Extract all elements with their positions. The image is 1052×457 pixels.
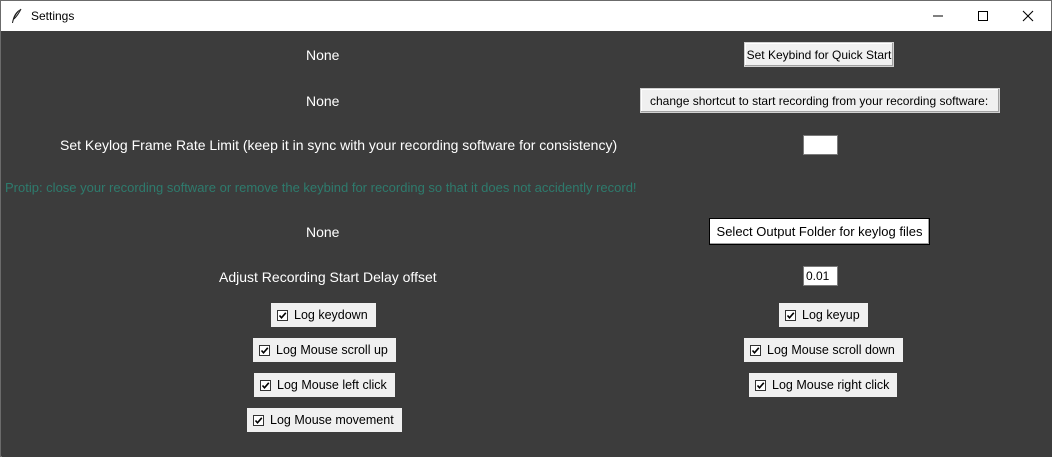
log-keydown-checkbox[interactable]: Log keydown [271,303,376,327]
checkmark-icon [785,309,796,321]
log-right-click-label: Log Mouse right click [772,378,890,392]
log-left-click-checkbox[interactable]: Log Mouse left click [254,373,395,397]
log-mouse-movement-checkbox[interactable]: Log Mouse movement [247,408,402,432]
feather-icon [10,8,24,24]
log-keyup-checkbox[interactable]: Log keyup [779,303,868,327]
log-scroll-down-label: Log Mouse scroll down [767,343,895,357]
checkmark-icon [253,414,264,426]
settings-window: Settings None Set Keybind for Quick Star… [0,0,1052,457]
frame-rate-label: Set Keylog Frame Rate Limit (keep it in … [60,137,618,153]
protip-text: Protip: close your recording software or… [5,180,637,195]
close-icon [1022,10,1034,22]
log-scroll-down-checkbox[interactable]: Log Mouse scroll down [744,338,903,362]
close-button[interactable] [1005,1,1051,31]
log-left-click-label: Log Mouse left click [277,378,387,392]
log-keydown-label: Log keydown [294,308,368,322]
output-folder-value: None [306,224,340,240]
maximize-button[interactable] [960,1,1006,31]
log-right-click-checkbox[interactable]: Log Mouse right click [749,373,898,397]
minimize-button[interactable] [915,1,961,31]
log-scroll-up-label: Log Mouse scroll up [276,343,388,357]
frame-rate-input[interactable] [803,135,838,155]
settings-content: None Set Keybind for Quick Start None ch… [2,31,1052,457]
log-mouse-movement-label: Log Mouse movement [270,413,394,427]
maximize-icon [978,11,988,21]
window-title: Settings [31,9,75,23]
minimize-icon [933,15,943,17]
select-output-folder-button[interactable]: Select Output Folder for keylog files [709,218,930,245]
set-quick-start-button[interactable]: Set Keybind for Quick Start [744,42,894,67]
change-recording-shortcut-button[interactable]: change shortcut to start recording from … [640,88,1000,113]
checkmark-icon [259,344,270,356]
recording-shortcut-value: None [306,93,340,109]
quick-start-value: None [306,47,340,63]
checkmark-icon [260,379,271,391]
checkmark-icon [755,379,766,391]
title-bar[interactable]: Settings [1,1,1051,31]
log-keyup-label: Log keyup [802,308,860,322]
log-scroll-up-checkbox[interactable]: Log Mouse scroll up [253,338,396,362]
delay-input[interactable] [803,266,838,286]
delay-label: Adjust Recording Start Delay offset [219,269,437,285]
checkmark-icon [277,309,288,321]
checkmark-icon [750,344,761,356]
